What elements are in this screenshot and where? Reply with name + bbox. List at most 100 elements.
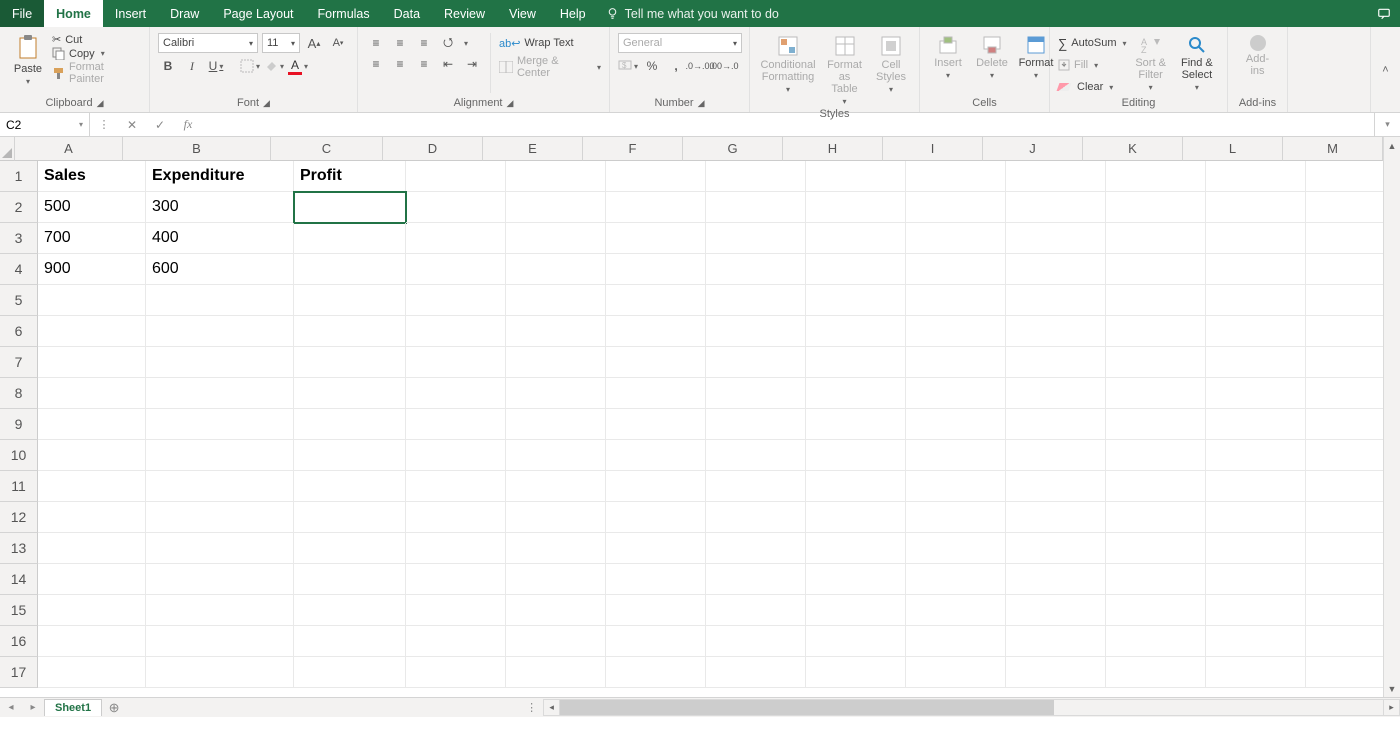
cell-D16[interactable] — [406, 626, 506, 657]
cell-K17[interactable] — [1106, 657, 1206, 688]
cell-G14[interactable] — [706, 564, 806, 595]
cell-D14[interactable] — [406, 564, 506, 595]
cell-J11[interactable] — [1006, 471, 1106, 502]
cell-H3[interactable] — [806, 223, 906, 254]
delete-cells-button[interactable]: Delete▾ — [972, 33, 1012, 82]
cell-G3[interactable] — [706, 223, 806, 254]
cell-I6[interactable] — [906, 316, 1006, 347]
cell-I9[interactable] — [906, 409, 1006, 440]
cell-C15[interactable] — [294, 595, 406, 626]
cell-K11[interactable] — [1106, 471, 1206, 502]
tab-data[interactable]: Data — [382, 0, 432, 27]
cell-D4[interactable] — [406, 254, 506, 285]
cell-E14[interactable] — [506, 564, 606, 595]
cell-D11[interactable] — [406, 471, 506, 502]
column-header-E[interactable]: E — [483, 137, 583, 161]
sheet-nav-prev[interactable]: ◂ — [0, 702, 22, 713]
cell-I13[interactable] — [906, 533, 1006, 564]
cell-M9[interactable] — [1306, 409, 1383, 440]
cell-A15[interactable] — [38, 595, 146, 626]
row-header-12[interactable]: 12 — [0, 502, 38, 533]
column-header-K[interactable]: K — [1083, 137, 1183, 161]
cell-M6[interactable] — [1306, 316, 1383, 347]
cell-B9[interactable] — [146, 409, 294, 440]
paste-button[interactable]: Paste ▾ — [8, 33, 48, 88]
cell-L10[interactable] — [1206, 440, 1306, 471]
row-header-17[interactable]: 17 — [0, 657, 38, 688]
cell-H15[interactable] — [806, 595, 906, 626]
cell-H13[interactable] — [806, 533, 906, 564]
cell-A5[interactable] — [38, 285, 146, 316]
cell-E6[interactable] — [506, 316, 606, 347]
cell-E9[interactable] — [506, 409, 606, 440]
cell-C16[interactable] — [294, 626, 406, 657]
cell-G9[interactable] — [706, 409, 806, 440]
cell-L13[interactable] — [1206, 533, 1306, 564]
font-name-select[interactable]: Calibri▾ — [158, 33, 258, 53]
cell-K7[interactable] — [1106, 347, 1206, 378]
cell-G8[interactable] — [706, 378, 806, 409]
select-all-corner[interactable] — [0, 137, 15, 161]
tab-formulas[interactable]: Formulas — [306, 0, 382, 27]
align-bottom-icon[interactable]: ≡ — [414, 33, 434, 53]
cell-C17[interactable] — [294, 657, 406, 688]
cell-B10[interactable] — [146, 440, 294, 471]
cell-I15[interactable] — [906, 595, 1006, 626]
cell-H1[interactable] — [806, 161, 906, 192]
percent-format-icon[interactable]: % — [642, 56, 662, 76]
cell-styles-button[interactable]: Cell Styles▾ — [871, 33, 911, 96]
row-header-3[interactable]: 3 — [0, 223, 38, 254]
cell-C10[interactable] — [294, 440, 406, 471]
cell-F17[interactable] — [606, 657, 706, 688]
cell-K10[interactable] — [1106, 440, 1206, 471]
cell-C13[interactable] — [294, 533, 406, 564]
cell-D1[interactable] — [406, 161, 506, 192]
cell-K6[interactable] — [1106, 316, 1206, 347]
row-header-1[interactable]: 1 — [0, 161, 38, 192]
comma-format-icon[interactable]: , — [666, 56, 686, 76]
cell-D5[interactable] — [406, 285, 506, 316]
clipboard-dialog-launcher[interactable]: ◢ — [97, 98, 104, 109]
cell-E15[interactable] — [506, 595, 606, 626]
cell-M7[interactable] — [1306, 347, 1383, 378]
cell-L2[interactable] — [1206, 192, 1306, 223]
cell-G13[interactable] — [706, 533, 806, 564]
cell-I14[interactable] — [906, 564, 1006, 595]
cell-B3[interactable]: 400 — [146, 223, 294, 254]
row-header-11[interactable]: 11 — [0, 471, 38, 502]
cell-F8[interactable] — [606, 378, 706, 409]
cell-B15[interactable] — [146, 595, 294, 626]
cell-B17[interactable] — [146, 657, 294, 688]
cell-C7[interactable] — [294, 347, 406, 378]
cell-K4[interactable] — [1106, 254, 1206, 285]
tell-me-search[interactable]: Tell me what you want to do — [606, 0, 779, 27]
cell-F6[interactable] — [606, 316, 706, 347]
cell-J12[interactable] — [1006, 502, 1106, 533]
cell-B13[interactable] — [146, 533, 294, 564]
cell-K8[interactable] — [1106, 378, 1206, 409]
find-select-button[interactable]: Find & Select▾ — [1175, 33, 1219, 94]
cell-F3[interactable] — [606, 223, 706, 254]
number-format-select[interactable]: General▾ — [618, 33, 742, 53]
column-header-M[interactable]: M — [1283, 137, 1383, 161]
cell-D2[interactable] — [406, 192, 506, 223]
cell-D15[interactable] — [406, 595, 506, 626]
cell-L4[interactable] — [1206, 254, 1306, 285]
align-left-icon[interactable]: ≡ — [366, 54, 386, 74]
cell-M17[interactable] — [1306, 657, 1383, 688]
horizontal-scrollbar[interactable]: ⋮ ◂ ▸ — [526, 699, 1400, 716]
cell-E10[interactable] — [506, 440, 606, 471]
cell-G4[interactable] — [706, 254, 806, 285]
cell-L17[interactable] — [1206, 657, 1306, 688]
cell-G12[interactable] — [706, 502, 806, 533]
cell-L5[interactable] — [1206, 285, 1306, 316]
cell-J13[interactable] — [1006, 533, 1106, 564]
cell-K5[interactable] — [1106, 285, 1206, 316]
cell-A2[interactable]: 500 — [38, 192, 146, 223]
cell-J5[interactable] — [1006, 285, 1106, 316]
cell-C1[interactable]: Profit — [294, 161, 406, 192]
cell-H5[interactable] — [806, 285, 906, 316]
tab-draw[interactable]: Draw — [158, 0, 211, 27]
add-sheet-button[interactable]: ⊕ — [102, 700, 126, 716]
cell-M3[interactable] — [1306, 223, 1383, 254]
